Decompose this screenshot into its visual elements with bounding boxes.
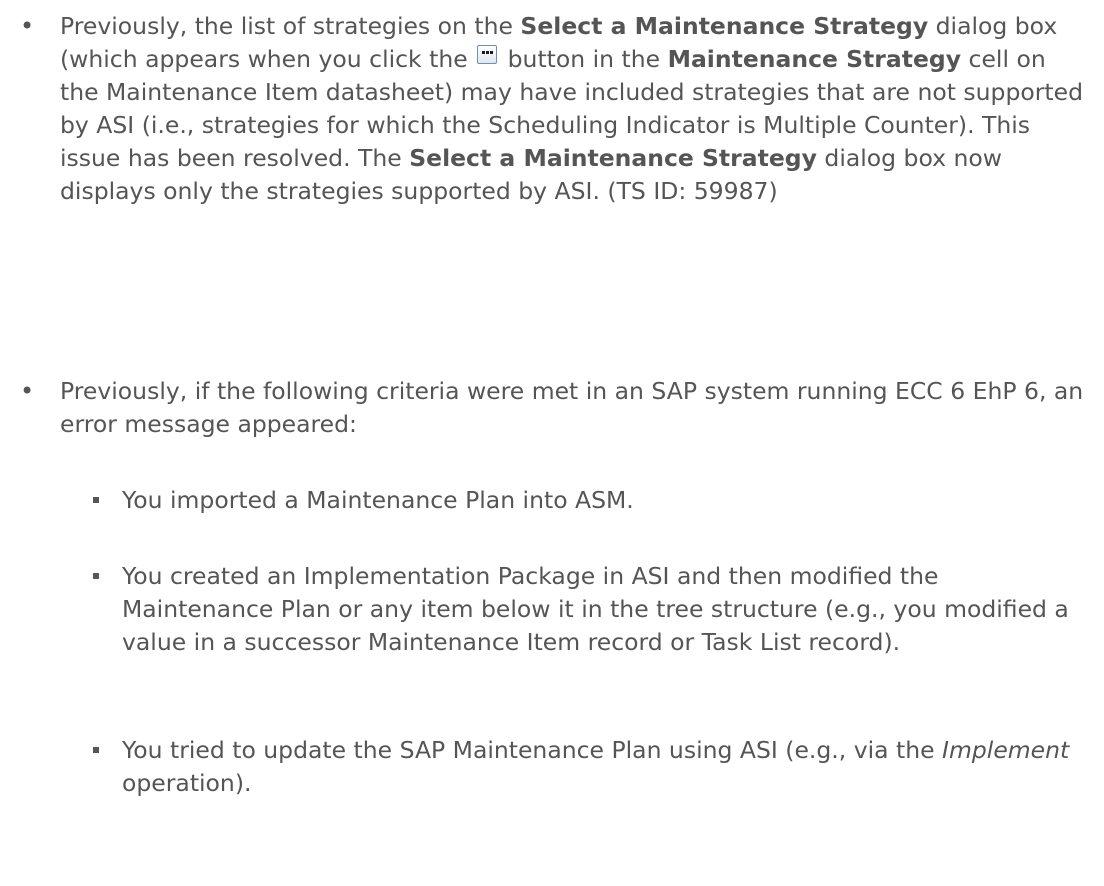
ellipsis-button-icon <box>477 45 498 64</box>
list-item: • Previously, the list of strategies on … <box>20 10 1090 208</box>
list-item: • Previously, if the following criteria … <box>20 375 1090 441</box>
ui-term: Select a Maintenance Strategy <box>520 12 929 40</box>
square-bullet <box>93 497 99 503</box>
paragraph: Previously, the list of strategies on th… <box>60 12 1084 205</box>
bullet-dot: • <box>20 12 35 40</box>
sub-list-item: You tried to update the SAP Maintenance … <box>93 734 1090 800</box>
paragraph: You imported a Maintenance Plan into ASM… <box>122 486 634 514</box>
sub-list-item: You created an Implementation Package in… <box>93 560 1090 659</box>
paragraph: You tried to update the SAP Maintenance … <box>122 736 1070 797</box>
square-bullet <box>93 573 99 579</box>
operation-name: Implement <box>942 736 1070 764</box>
bullet-dot: • <box>20 377 35 405</box>
paragraph: You created an Implementation Package in… <box>122 562 1069 656</box>
paragraph: Previously, if the following criteria we… <box>60 377 1084 438</box>
ui-term: Maintenance Strategy <box>667 45 962 73</box>
sub-list-item: You imported a Maintenance Plan into ASM… <box>93 484 1090 517</box>
ui-term: Select a Maintenance Strategy <box>409 144 817 172</box>
square-bullet <box>93 747 99 753</box>
release-notes-document: • Previously, the list of strategies on … <box>0 0 1104 886</box>
